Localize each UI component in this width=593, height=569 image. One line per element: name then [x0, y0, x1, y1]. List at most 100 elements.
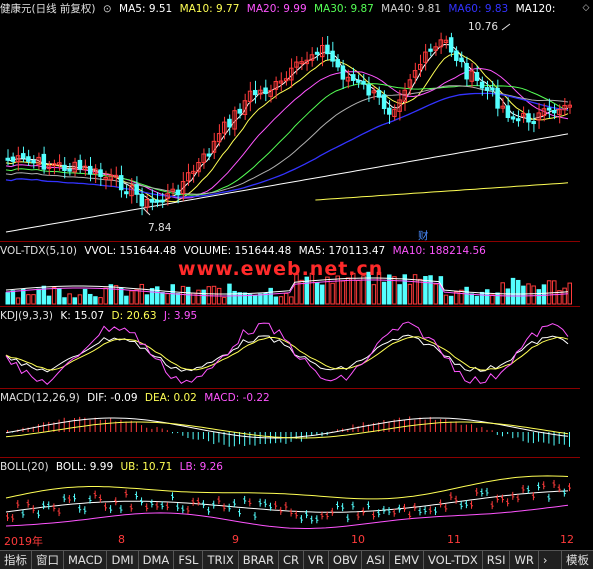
date-axis: 2019年 8 9 10 11 12 — [0, 533, 593, 549]
candlestick — [356, 79, 361, 83]
template-button[interactable]: 模板 — [561, 551, 593, 569]
tab-dmi[interactable]: DMI — [107, 551, 139, 569]
volume-bar — [31, 294, 36, 305]
volume-bar — [505, 288, 511, 305]
tab-obv[interactable]: OBV — [329, 551, 363, 569]
volume-bar — [98, 297, 103, 305]
tab-wr[interactable]: WR — [510, 551, 539, 569]
tab-vr[interactable]: VR — [304, 551, 329, 569]
tab-rsi[interactable]: RSI — [483, 551, 511, 569]
volume-bar — [531, 285, 536, 305]
boll-header: BOLL(20) BOLL: 9.99 UB: 10.71 LB: 9.26 — [0, 460, 227, 474]
candlestick — [325, 44, 330, 55]
candlestick — [526, 113, 531, 123]
tab-macd[interactable]: MACD — [64, 551, 108, 569]
volume-bar — [170, 284, 175, 305]
volume-bar — [180, 285, 186, 305]
vol-title[interactable]: VOL-TDX(5,10) — [0, 245, 77, 257]
candlestick — [98, 169, 103, 178]
panel-divider — [0, 388, 580, 389]
volume-bar — [469, 293, 475, 305]
volume-bar — [330, 282, 335, 305]
volume-bar — [273, 296, 279, 305]
kdj-title[interactable]: KDJ(9,3,3) — [0, 310, 53, 322]
boll-ub-label: UB: 10.71 — [120, 461, 173, 473]
vol-ma10-label: MA10: 188214.56 — [392, 245, 486, 257]
volume-bar — [320, 284, 325, 305]
volume-bar — [175, 293, 181, 305]
tab-cr[interactable]: CR — [279, 551, 305, 569]
kdj-j-label: J: 3.95 — [163, 310, 198, 322]
volume-bar — [283, 292, 289, 305]
volume-bar — [381, 281, 387, 305]
volume-bar — [536, 289, 542, 305]
tab-indicator[interactable]: 指标 — [0, 551, 32, 569]
ma60-line — [5, 92, 569, 198]
volume-bar — [546, 280, 552, 305]
tab-brar[interactable]: BRAR — [239, 551, 280, 569]
macd-dif-label: DIF: -0.09 — [87, 392, 138, 404]
boll-mid-label: BOLL: 9.99 — [55, 461, 114, 473]
volume-bar — [155, 286, 160, 305]
candlestick — [175, 189, 181, 196]
tab-dma[interactable]: DMA — [139, 551, 175, 569]
volume-bar — [515, 279, 521, 305]
candlestick — [474, 72, 480, 81]
volume-bar — [87, 293, 93, 305]
volume-bar — [196, 289, 201, 305]
volume-bar — [485, 289, 490, 305]
volume-bar — [289, 296, 294, 305]
candlestick — [454, 50, 459, 61]
high-marker-arrow — [501, 23, 511, 31]
boll-title[interactable]: BOLL(20) — [0, 461, 49, 473]
candlestick — [118, 175, 124, 191]
volume-bar — [242, 292, 248, 305]
volume-bar — [464, 286, 469, 305]
volume-bar — [144, 294, 150, 305]
candlestick — [340, 65, 346, 80]
tab-emv[interactable]: EMV — [390, 551, 424, 569]
candlestick — [77, 159, 83, 170]
volume-bar — [459, 289, 464, 305]
panel-divider — [0, 241, 580, 242]
candlestick — [124, 191, 129, 195]
volume-bar — [10, 290, 16, 305]
candlestick — [314, 51, 320, 55]
candlestick — [139, 193, 145, 207]
kdj-header: KDJ(9,3,3) K: 15.07 D: 20.63 J: 3.95 — [0, 309, 201, 323]
date-label: 8 — [118, 533, 125, 546]
candlestick — [510, 116, 516, 120]
candlestick — [67, 168, 72, 172]
volume-bar — [474, 295, 480, 305]
volume-bar — [268, 287, 273, 305]
volume-bar — [417, 278, 423, 305]
volume-bar — [412, 274, 418, 305]
candlestick — [505, 105, 511, 118]
candlestick — [428, 48, 433, 52]
candlestick — [381, 94, 387, 110]
tab-window[interactable]: 窗口 — [32, 551, 64, 569]
volume-bar — [232, 290, 237, 305]
volume-bar — [521, 285, 526, 305]
macd-header: MACD(12,26,9) DIF: -0.09 DEA: 0.02 MACD:… — [0, 391, 274, 405]
candlestick — [87, 165, 93, 175]
tab-asi[interactable]: ASI — [362, 551, 390, 569]
volume-bar — [165, 293, 170, 305]
high-price-label: 10.76 — [468, 21, 499, 33]
tab-fsl[interactable]: FSL — [174, 551, 204, 569]
volume-bar — [57, 288, 62, 305]
kdj-d-line — [5, 336, 569, 371]
candlestick — [366, 84, 371, 96]
volume-bar — [258, 293, 263, 305]
candlestick — [459, 57, 464, 63]
volume-bar — [185, 286, 191, 305]
low-marker-arrow — [142, 207, 151, 216]
volume-bar — [5, 292, 10, 305]
tab-vol-tdx[interactable]: VOL-TDX — [424, 551, 483, 569]
tab-scroll-arrow[interactable]: › — [539, 551, 552, 569]
macd-title[interactable]: MACD(12,26,9) — [0, 392, 80, 404]
volume-bar — [77, 294, 83, 305]
kdj-k-label: K: 15.07 — [60, 310, 105, 322]
candlestick — [206, 153, 212, 157]
tab-trix[interactable]: TRIX — [203, 551, 239, 569]
